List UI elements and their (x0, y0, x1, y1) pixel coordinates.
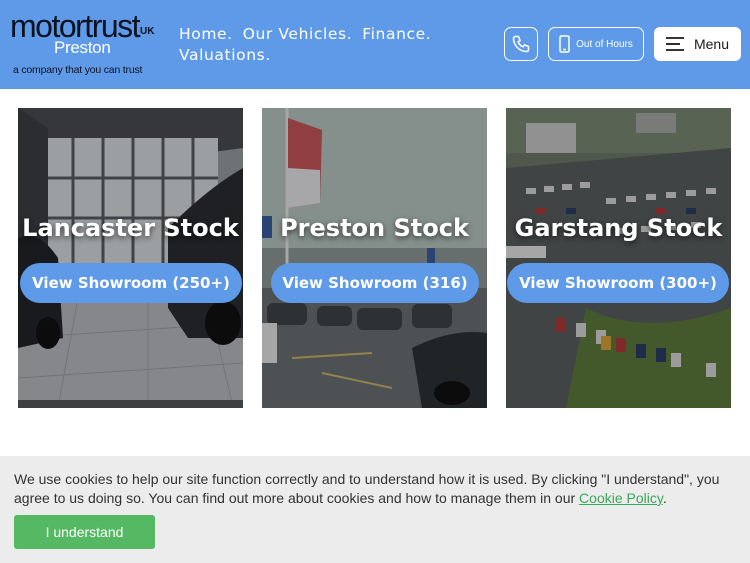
view-showroom-lancaster-button[interactable]: View Showroom (250+) (20, 263, 242, 303)
mobile-phone-icon (559, 35, 570, 53)
logo-tagline: a company that you can trust (13, 64, 143, 76)
card-title: Preston Stock (280, 214, 469, 242)
nav-home[interactable]: Home. (179, 24, 233, 45)
view-showroom-preston-button[interactable]: View Showroom (316) (271, 263, 479, 303)
image-overlay (18, 108, 243, 408)
stock-card-preston[interactable]: Preston Stock View Showroom (316) (262, 108, 487, 408)
nav-valuations[interactable]: Valuations. (179, 45, 271, 66)
site-header: motortrustUK Preston a company that you … (0, 0, 750, 89)
site-logo[interactable]: motortrustUK Preston a company that you … (10, 10, 160, 78)
out-of-hours-label: Out of Hours (576, 38, 633, 50)
cookie-message-end: . (662, 490, 667, 506)
menu-button[interactable]: Menu (654, 27, 741, 61)
nav-finance[interactable]: Finance. (362, 24, 431, 45)
stock-card-lancaster[interactable]: Lancaster Stock View Showroom (250+) (18, 108, 243, 408)
image-overlay (262, 108, 487, 408)
accept-cookies-button[interactable]: I understand (14, 515, 155, 549)
logo-brand-suffix: UK (140, 26, 155, 37)
out-of-hours-button[interactable]: Out of Hours (548, 27, 644, 61)
view-showroom-garstang-button[interactable]: View Showroom (300+) (507, 263, 729, 303)
phone-icon (512, 35, 530, 53)
cookie-banner: We use cookies to help our site function… (0, 456, 750, 563)
image-overlay (506, 108, 731, 408)
card-title: Lancaster Stock (22, 214, 239, 242)
cookie-message: We use cookies to help our site function… (14, 470, 736, 508)
menu-label: Menu (693, 36, 730, 52)
logo-location: Preston (54, 38, 111, 57)
cookie-policy-link[interactable]: Cookie Policy (579, 490, 663, 506)
main-nav: Home. Our Vehicles. Finance. Valuations. (179, 24, 479, 66)
hamburger-icon (665, 37, 684, 51)
card-title: Garstang Stock (514, 214, 723, 242)
call-button[interactable] (504, 27, 538, 61)
stock-card-garstang[interactable]: Garstang Stock View Showroom (300+) (506, 108, 731, 408)
nav-our-vehicles[interactable]: Our Vehicles. (243, 24, 353, 45)
